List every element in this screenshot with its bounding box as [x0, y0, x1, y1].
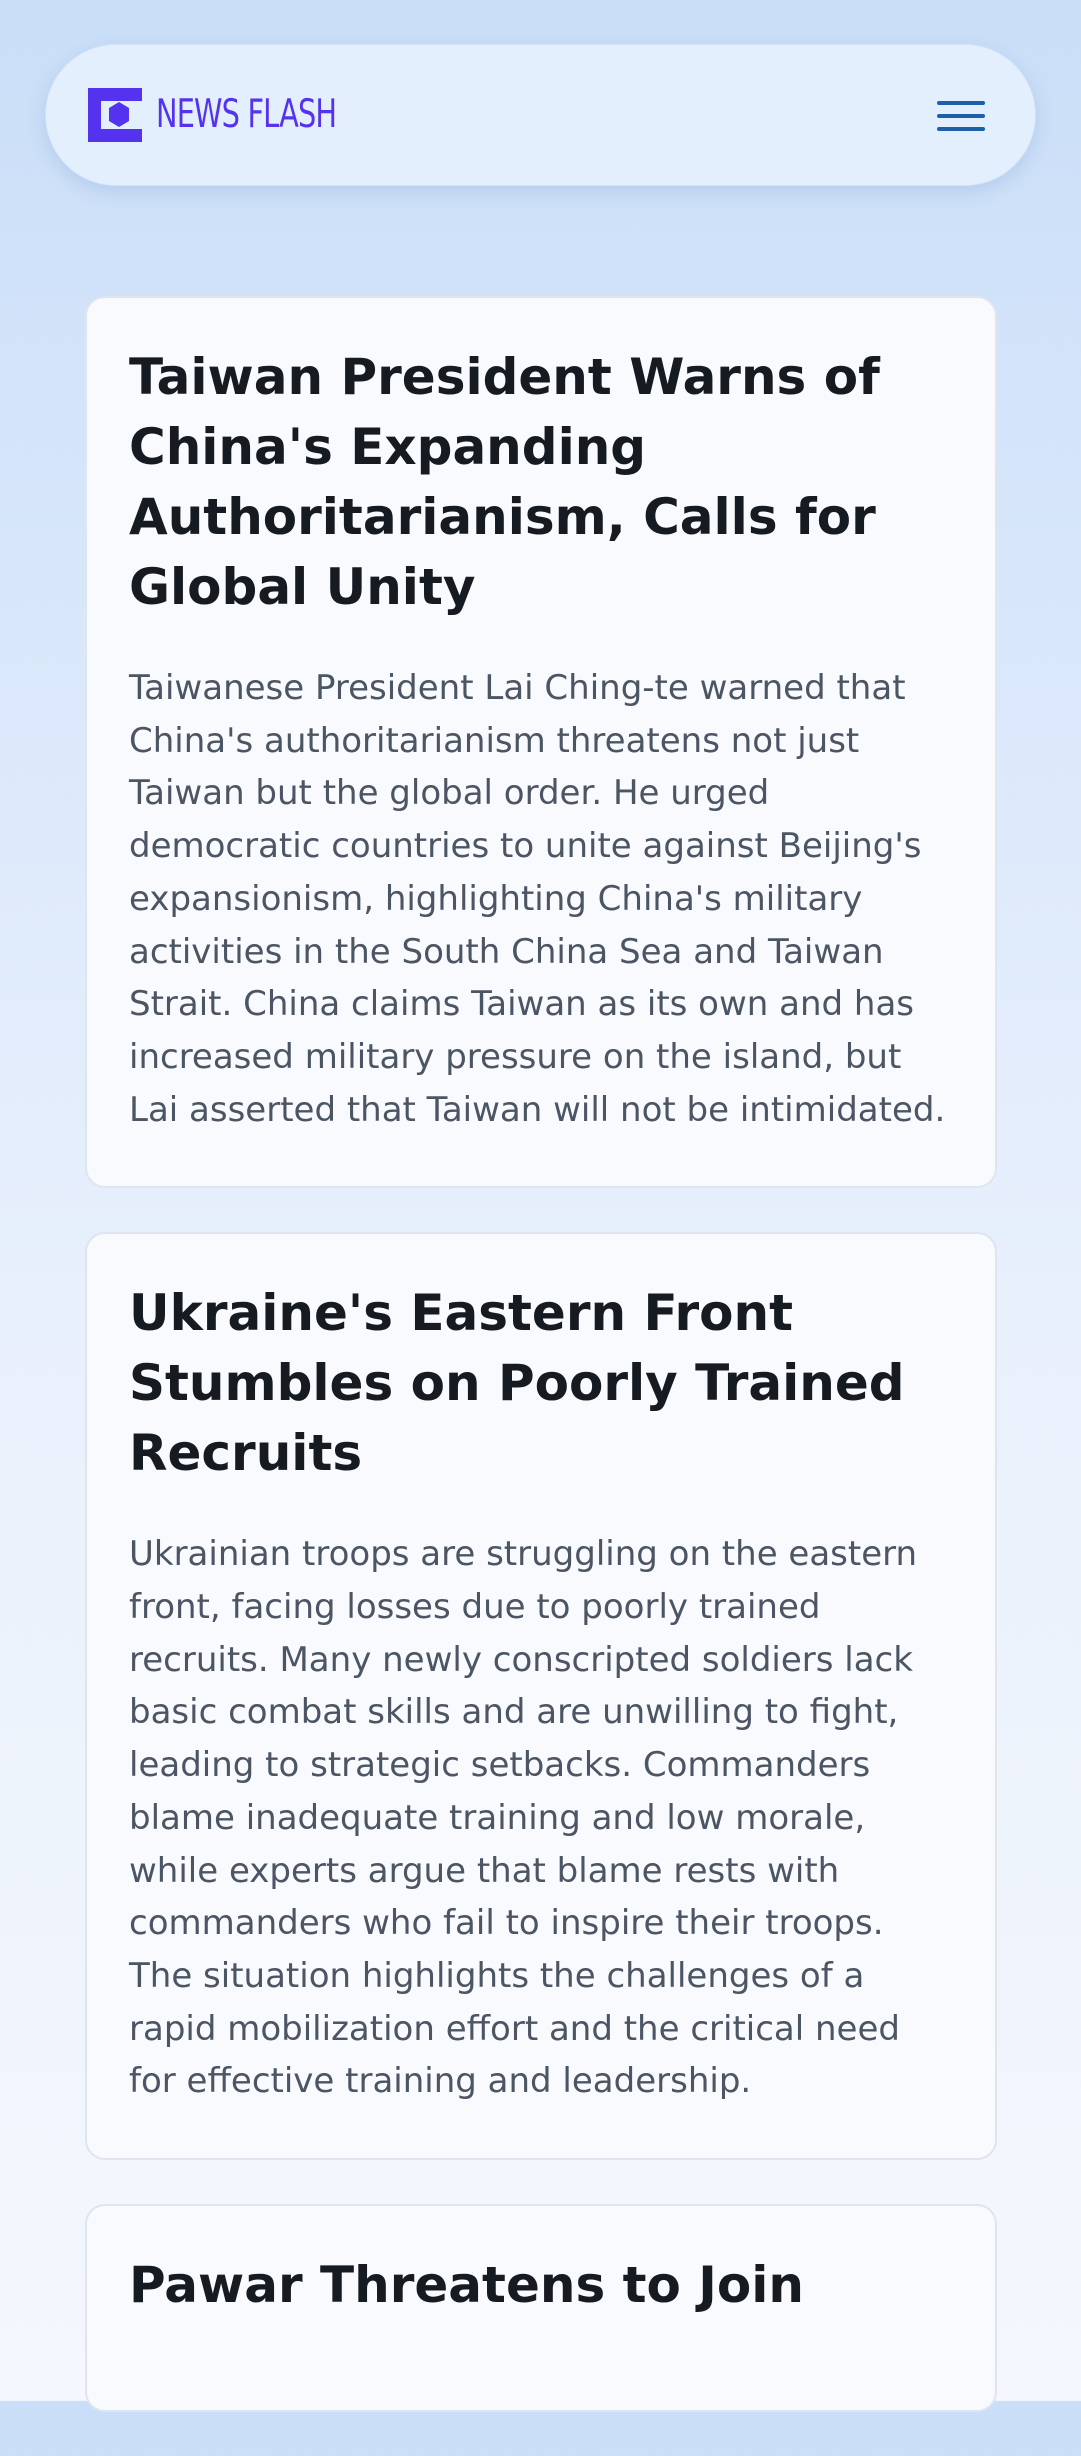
news-card-title[interactable]: Ukraine's Eastern Front Stumbles on Poor… [129, 1278, 953, 1488]
news-card-title[interactable]: Taiwan President Warns of China's Expand… [129, 342, 953, 622]
menu-button[interactable] [926, 93, 996, 139]
top-nav-bar: NEWS FLASH [45, 44, 1036, 186]
hamburger-menu-icon [937, 101, 985, 131]
news-card-summary: Taiwanese President Lai Ching-te warned … [129, 668, 946, 1130]
news-card-summary: Ukrainian troops are struggling on the e… [129, 1534, 918, 2102]
news-card[interactable]: Pawar Threatens to Join [85, 2204, 997, 2413]
news-card-title[interactable]: Pawar Threatens to Join [129, 2250, 953, 2320]
site-logo-text: NEWS FLASH [156, 92, 337, 137]
news-card[interactable]: Taiwan President Warns of China's Expand… [85, 296, 997, 1189]
site-logo[interactable]: NEWS FLASH [88, 88, 376, 142]
news-card[interactable]: Ukraine's Eastern Front Stumbles on Poor… [85, 1232, 997, 2161]
hexagon-frame-logo-icon [88, 88, 142, 142]
news-feed: Taiwan President Warns of China's Expand… [85, 296, 997, 2456]
